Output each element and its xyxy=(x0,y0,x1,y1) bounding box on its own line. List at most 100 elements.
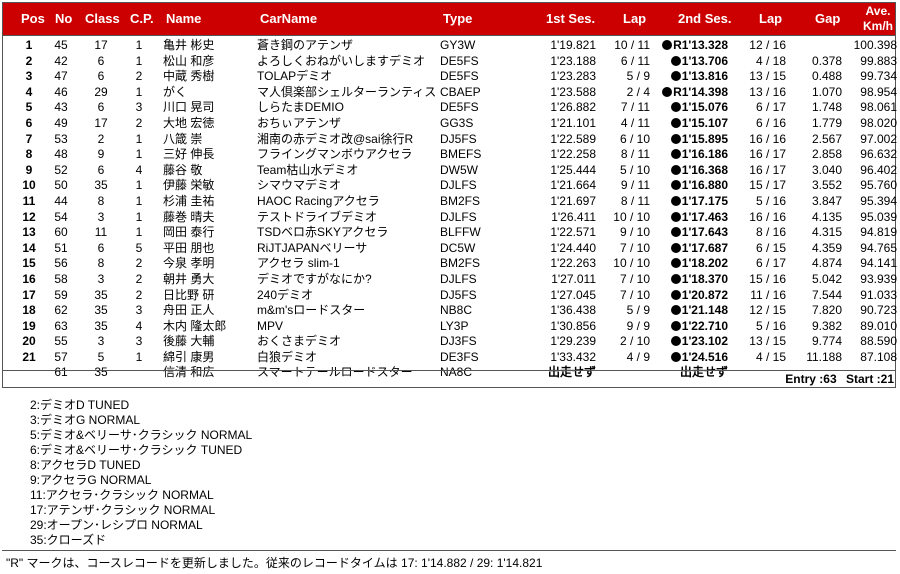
table-row: 15 56 8 2 今泉 孝明 アクセラ slim-1 BM2FS 1'22.263 10 / … xyxy=(0,256,900,272)
cell-text: 1'22.589 xyxy=(550,131,596,146)
cell-l1: 4 / 11 xyxy=(600,116,650,132)
cell-s1: 1'27.045 xyxy=(520,288,596,304)
cell-type: DJ5FS xyxy=(440,132,477,148)
cell-text: 35 xyxy=(94,287,108,302)
cell-text: 1'17.643 xyxy=(681,225,728,240)
cell-l1: 2 / 10 xyxy=(600,334,650,350)
cell-text: しらたまDEMIO xyxy=(257,100,344,115)
cell-text: RiJTJAPANベリーサ xyxy=(257,240,368,255)
cell-name: 朝井 勇大 xyxy=(163,272,214,288)
cell-no: 59 xyxy=(46,288,76,304)
cell-cls: 6 xyxy=(86,100,116,116)
cell-s1: 1'22.589 xyxy=(520,132,596,148)
cell-text: 1'22.571 xyxy=(550,225,596,240)
cell-s2: 1'22.710 xyxy=(655,319,728,335)
cell-text: GG3S xyxy=(440,115,474,130)
cell-text: 3 xyxy=(97,271,105,286)
cell-car: デミオですがなにか? xyxy=(257,272,372,288)
best-lap-dot-icon xyxy=(670,289,681,300)
cell-text: 58 xyxy=(54,271,68,286)
cell-text: 44 xyxy=(54,193,68,208)
table-row: 3 47 6 2 中蔵 秀樹 TOLAPデミオ DE5FS 1'23.283 5 / 9 1'13… xyxy=(0,69,900,85)
cell-l2: 16 / 17 xyxy=(736,163,786,179)
cell-text: 中蔵 秀樹 xyxy=(163,69,215,84)
cell-text: 8 xyxy=(25,147,33,162)
legend-item: 17:アテンザ･クラシック NORMAL xyxy=(30,503,216,517)
cell-text: LY3P xyxy=(440,318,469,333)
cell-text: 1'19.821 xyxy=(550,38,596,52)
cell-text: 出走せず xyxy=(547,365,596,380)
cell-text: DJLFS xyxy=(440,178,477,193)
cell-type: DJLFS xyxy=(440,210,477,226)
cell-l2: 4 / 18 xyxy=(736,54,786,70)
cell-text: 1'26.882 xyxy=(550,100,596,115)
cell-text: 6 / 16 xyxy=(755,115,786,130)
cell-text: 14 xyxy=(22,240,36,255)
cell-s2: 1'16.368 xyxy=(655,163,728,179)
cell-name: 三好 伸長 xyxy=(163,147,214,163)
cell-l1: 7 / 10 xyxy=(600,288,650,304)
cell-l2: 8 / 16 xyxy=(736,225,786,241)
cell-text: 1 xyxy=(135,147,143,162)
cell-text: DE5FS xyxy=(440,100,479,115)
cell-text: 91.033 xyxy=(860,287,897,302)
cell-text: 2 xyxy=(135,271,143,286)
cell-text: 16 / 16 xyxy=(749,209,786,224)
cell-text: 8 xyxy=(97,193,105,208)
cell-type: DJLFS xyxy=(440,178,477,194)
cell-cp: 1 xyxy=(124,147,154,163)
cell-text: 1'21.148 xyxy=(681,303,728,318)
cell-text: 2 xyxy=(135,256,143,271)
cell-cp: 1 xyxy=(124,85,154,101)
cell-text: 1'33.432 xyxy=(550,349,596,364)
cell-text: 96.632 xyxy=(860,147,897,162)
cell-pos: 5 xyxy=(14,100,44,116)
cell-type: NB8C xyxy=(440,303,472,319)
cell-text: 98.020 xyxy=(860,115,897,130)
cell-l2: 5 / 16 xyxy=(736,319,786,335)
cell-text: 1'30.856 xyxy=(550,318,596,333)
cell-l1: 4 / 9 xyxy=(600,350,650,366)
results-table: 1 45 17 1 亀井 彬史 蒼き鋼のアテンザ GY3W 1'19.821 10 / 11 R1… xyxy=(0,38,900,381)
cell-text: 1'15.107 xyxy=(681,115,728,130)
cell-cls: 17 xyxy=(86,38,116,54)
best-lap-dot-icon xyxy=(670,117,681,128)
table-header: Pos No Class C.P. Name CarName Type 1st … xyxy=(2,2,896,36)
cell-text: 87.108 xyxy=(860,349,897,364)
cell-l1: 7 / 10 xyxy=(600,272,650,288)
cell-pos: 8 xyxy=(14,147,44,163)
cell-cp: 1 xyxy=(124,210,154,226)
cell-text: 9 xyxy=(97,147,105,162)
cell-text: 1'17.687 xyxy=(681,240,728,255)
cell-text: 4 / 18 xyxy=(755,53,786,68)
best-lap-dot-icon xyxy=(670,71,681,82)
cell-s2: 1'15.076 xyxy=(655,100,728,116)
cell-text: 13 / 15 xyxy=(749,334,786,349)
cell-pos: 10 xyxy=(14,178,44,194)
table-row: 21 57 5 1 綿引 康男 白狼デミオ DE3FS 1'33.432 4 / 9 1'24.5… xyxy=(0,350,900,366)
cell-text: デミオですがなにか? xyxy=(257,271,372,286)
cell-l1: 9 / 9 xyxy=(600,319,650,335)
cell-l2: 16 / 16 xyxy=(736,210,786,226)
cell-text: 3 xyxy=(135,100,143,115)
cell-text: 3 xyxy=(97,334,105,349)
cell-cls: 35 xyxy=(86,319,116,335)
cell-l2: 15 / 16 xyxy=(736,272,786,288)
cell-text: スマートテールロードスター xyxy=(257,365,413,380)
cell-text: 1'36.438 xyxy=(550,303,596,318)
cell-text: DJLFS xyxy=(440,209,477,224)
cell-text: R1'14.398 xyxy=(673,84,728,99)
cell-car: m&m'sロードスター xyxy=(257,303,365,319)
cell-text: 17 xyxy=(94,115,108,130)
cell-text: 1'15.895 xyxy=(681,131,728,146)
cell-text: 5 / 10 xyxy=(619,162,650,177)
cell-l2: 13 / 15 xyxy=(736,334,786,350)
cell-s2: R1'13.328 xyxy=(655,38,728,54)
cell-text: CBAEP xyxy=(440,84,481,99)
cell-name: 今泉 孝明 xyxy=(163,256,214,272)
cell-l2: 15 / 17 xyxy=(736,178,786,194)
cell-text: 1 xyxy=(135,53,143,68)
cell-text: 木内 隆太郎 xyxy=(163,318,227,333)
best-lap-dot-icon xyxy=(670,273,681,284)
cell-car: 湘南の赤デミオ改@sai徐行R xyxy=(257,132,413,148)
